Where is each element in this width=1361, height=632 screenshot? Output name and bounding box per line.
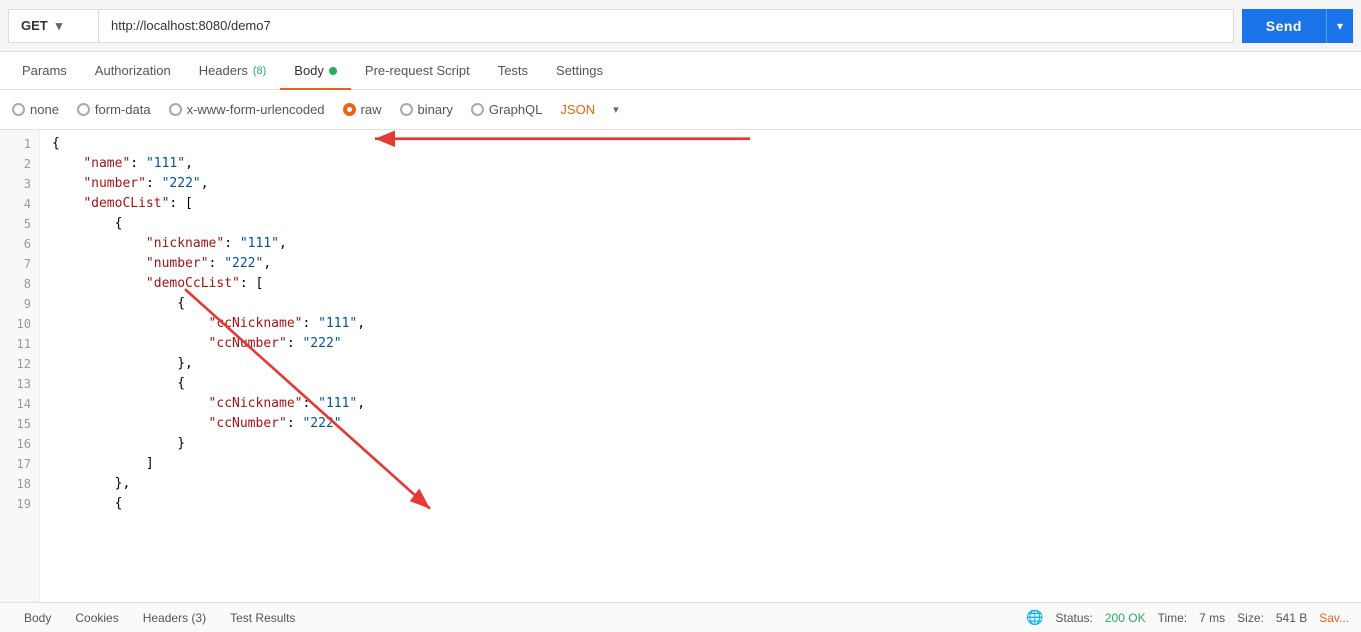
tab-headers[interactable]: Headers (8) xyxy=(185,52,281,90)
tab-settings-label: Settings xyxy=(556,63,603,78)
status-tab-body[interactable]: Body xyxy=(12,603,63,632)
status-label: Status: xyxy=(1056,611,1093,625)
body-options-bar: none form-data x-www-form-urlencoded raw… xyxy=(0,90,1361,130)
radio-form-data xyxy=(77,103,90,116)
code-editor[interactable]: 12345678910111213141516171819 { "name": … xyxy=(0,130,1361,602)
option-raw[interactable]: raw xyxy=(343,102,382,117)
option-urlencoded[interactable]: x-www-form-urlencoded xyxy=(169,102,325,117)
tab-authorization-label: Authorization xyxy=(95,63,171,78)
tab-tests[interactable]: Tests xyxy=(484,52,542,90)
status-tabs: Body Cookies Headers (3) Test Results xyxy=(12,603,307,632)
tab-prerequest-label: Pre-request Script xyxy=(365,63,470,78)
code-editor-wrapper: 12345678910111213141516171819 { "name": … xyxy=(0,130,1361,602)
option-binary-label: binary xyxy=(418,102,453,117)
tab-headers-label: Headers xyxy=(199,63,248,78)
method-select[interactable]: GET ▾ xyxy=(8,9,98,43)
size-label: Size: xyxy=(1237,611,1264,625)
option-raw-label: raw xyxy=(361,102,382,117)
radio-urlencoded xyxy=(169,103,182,116)
url-input[interactable] xyxy=(98,9,1234,43)
option-urlencoded-label: x-www-form-urlencoded xyxy=(187,102,325,117)
status-tab-headers[interactable]: Headers (3) xyxy=(131,603,218,632)
code-content[interactable]: { "name": "111", "number": "222", "demoC… xyxy=(40,130,1361,602)
option-none[interactable]: none xyxy=(12,102,59,117)
save-label[interactable]: Sav... xyxy=(1319,611,1349,625)
option-form-data-label: form-data xyxy=(95,102,151,117)
request-tabs: Params Authorization Headers (8) Body Pr… xyxy=(0,52,1361,90)
line-numbers: 12345678910111213141516171819 xyxy=(0,130,40,602)
method-label: GET xyxy=(21,18,48,33)
body-active-dot xyxy=(329,67,337,75)
option-none-label: none xyxy=(30,102,59,117)
radio-raw xyxy=(343,103,356,116)
tab-tests-label: Tests xyxy=(498,63,528,78)
time-label: Time: xyxy=(1158,611,1188,625)
status-tab-test-results[interactable]: Test Results xyxy=(218,603,307,632)
option-binary[interactable]: binary xyxy=(400,102,453,117)
send-button[interactable]: Send xyxy=(1242,9,1326,43)
status-value: 200 OK xyxy=(1105,611,1146,625)
tab-params-label: Params xyxy=(22,63,67,78)
tab-prerequest[interactable]: Pre-request Script xyxy=(351,52,484,90)
radio-graphql xyxy=(471,103,484,116)
format-json-label: JSON xyxy=(560,102,595,117)
method-dropdown-arrow: ▾ xyxy=(56,18,63,34)
globe-icon: 🌐 xyxy=(1026,609,1043,626)
radio-none xyxy=(12,103,25,116)
option-form-data[interactable]: form-data xyxy=(77,102,151,117)
tab-body[interactable]: Body xyxy=(280,52,351,90)
format-dropdown-icon[interactable]: ▾ xyxy=(613,103,619,116)
tab-params[interactable]: Params xyxy=(8,52,81,90)
option-graphql[interactable]: GraphQL xyxy=(471,102,542,117)
option-graphql-label: GraphQL xyxy=(489,102,542,117)
size-value: 541 B xyxy=(1276,611,1307,625)
radio-binary xyxy=(400,103,413,116)
status-bar: Body Cookies Headers (3) Test Results 🌐 … xyxy=(0,602,1361,632)
status-right: 🌐 Status: 200 OK Time: 7 ms Size: 541 B … xyxy=(1026,609,1349,626)
tab-headers-badge: (8) xyxy=(253,65,266,77)
send-dropdown-button[interactable]: ▾ xyxy=(1326,9,1353,43)
tab-authorization[interactable]: Authorization xyxy=(81,52,185,90)
send-button-group: Send ▾ xyxy=(1242,9,1353,43)
time-value: 7 ms xyxy=(1199,611,1225,625)
url-bar: GET ▾ Send ▾ xyxy=(0,0,1361,52)
tab-settings[interactable]: Settings xyxy=(542,52,617,90)
tab-body-label: Body xyxy=(294,63,324,78)
status-tab-cookies[interactable]: Cookies xyxy=(63,603,130,632)
